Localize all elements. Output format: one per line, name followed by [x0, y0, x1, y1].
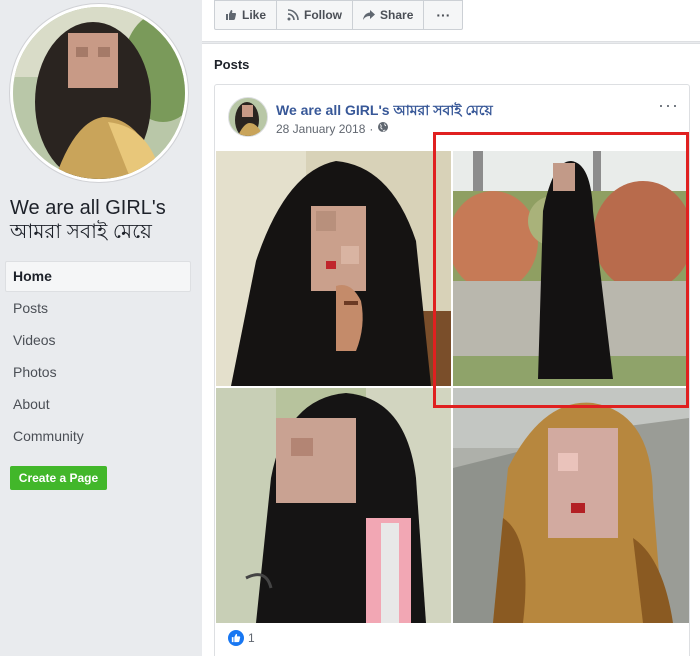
left-sidebar: We are all GIRL's আমরা সবাই মেয়ে Home P…	[0, 0, 202, 656]
like-button[interactable]: Like	[214, 0, 278, 30]
nav-about[interactable]: About	[5, 389, 191, 420]
more-options-button[interactable]: ···	[423, 0, 464, 30]
page-nav: Home Posts Videos Photos About Community	[5, 261, 191, 453]
share-arrow-icon	[363, 9, 376, 21]
page-title: We are all GIRL's আমরা সবাই মেয়ে	[10, 197, 166, 243]
nav-community[interactable]: Community	[5, 421, 191, 452]
profile-picture[interactable]	[10, 4, 188, 182]
post-author-name[interactable]: We are all GIRL's আমরা সবাই মেয়ে	[276, 99, 493, 123]
nav-posts[interactable]: Posts	[5, 293, 191, 324]
globe-icon	[377, 121, 389, 136]
highlight-box	[433, 132, 689, 408]
reaction-summary[interactable]: 1	[228, 630, 255, 646]
post-photo-1[interactable]	[216, 151, 451, 386]
post-date[interactable]: 28 January 2018	[276, 122, 365, 136]
reaction-count: 1	[248, 631, 255, 645]
create-page-button[interactable]: Create a Page	[10, 466, 107, 490]
post-photo-4[interactable]	[453, 388, 689, 623]
like-label: Like	[242, 8, 267, 22]
meta-separator: ·	[369, 121, 374, 136]
post-photo-3[interactable]	[216, 388, 451, 623]
post-options-icon[interactable]: ···	[658, 95, 679, 116]
follow-button[interactable]: Follow	[276, 0, 354, 30]
page-action-bar: Like Follow Share ···	[202, 0, 700, 42]
follow-label: Follow	[304, 8, 343, 22]
share-button[interactable]: Share	[352, 0, 425, 30]
posts-heading: Posts	[214, 57, 250, 72]
post-meta: 28 January 2018 ·	[276, 121, 389, 136]
share-label: Share	[380, 8, 414, 22]
nav-home[interactable]: Home	[5, 261, 191, 292]
nav-photos[interactable]: Photos	[5, 357, 191, 388]
like-reaction-icon	[228, 630, 244, 646]
rss-icon	[287, 9, 299, 21]
post-author-avatar[interactable]	[228, 97, 268, 137]
nav-videos[interactable]: Videos	[5, 325, 191, 356]
more-dots-icon: ···	[436, 7, 451, 23]
thumbs-up-icon	[225, 9, 237, 21]
